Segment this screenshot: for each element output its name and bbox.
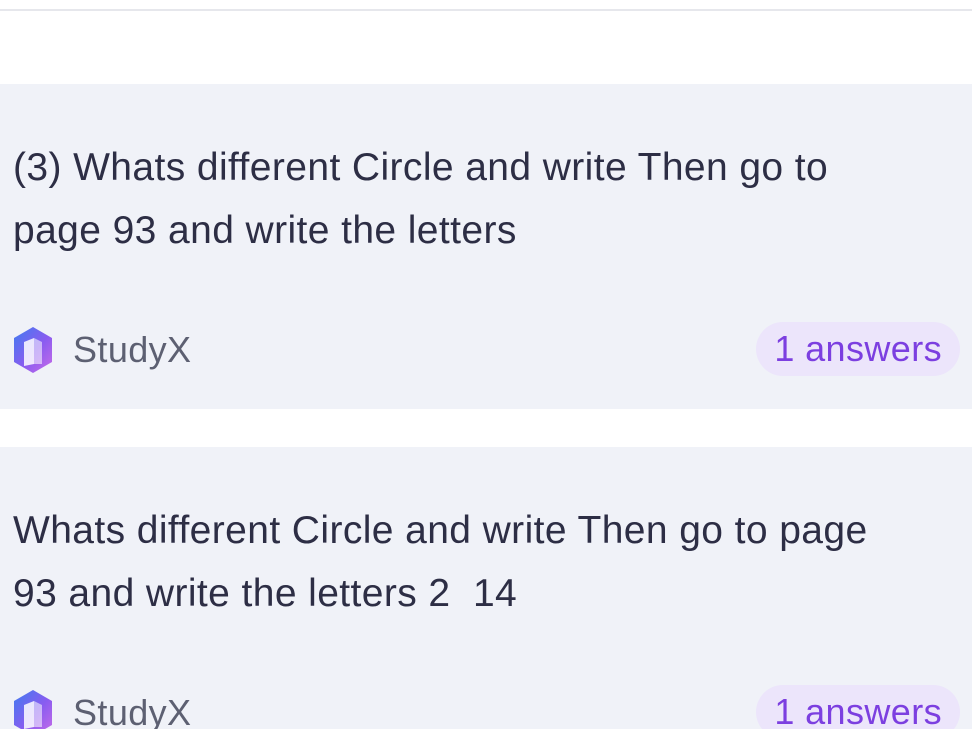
source-name: StudyX: [73, 692, 192, 729]
studyx-logo-icon: [14, 690, 52, 729]
divider: [0, 9, 972, 11]
card-footer: StudyX 1 answers: [12, 685, 960, 729]
question-text[interactable]: (3) Whats different Circle and write The…: [13, 136, 953, 262]
answers-count-badge[interactable]: 1 answers: [756, 685, 960, 729]
question-card[interactable]: (3) Whats different Circle and write The…: [0, 84, 972, 409]
answers-count-badge[interactable]: 1 answers: [756, 322, 960, 376]
question-card[interactable]: Whats different Circle and write Then go…: [0, 447, 972, 729]
question-text[interactable]: Whats different Circle and write Then go…: [13, 499, 953, 625]
source-name: StudyX: [73, 329, 192, 370]
card-footer: StudyX 1 answers: [12, 322, 960, 378]
studyx-logo-icon: [14, 327, 52, 373]
question-list-page: (3) Whats different Circle and write The…: [0, 0, 972, 729]
